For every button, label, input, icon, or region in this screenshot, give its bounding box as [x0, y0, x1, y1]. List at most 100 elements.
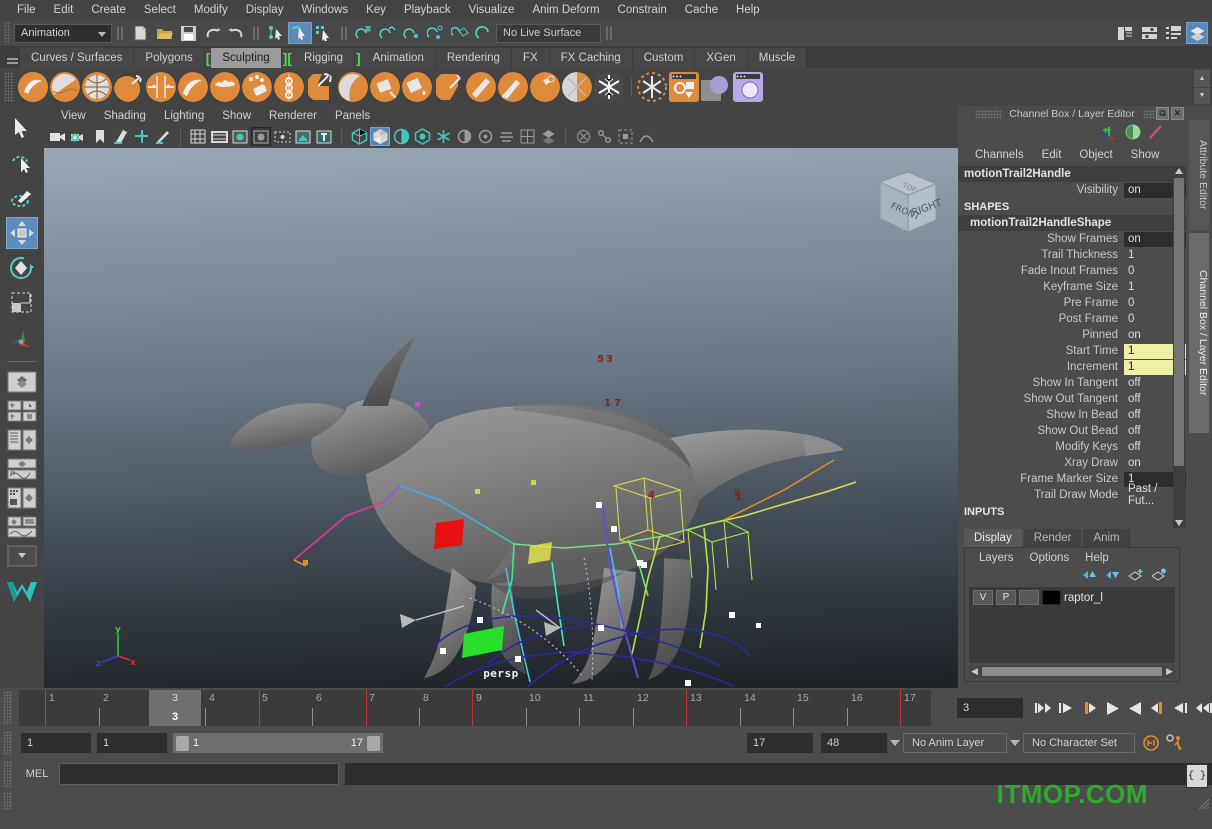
freeze-tool-icon[interactable]: [562, 72, 592, 102]
menu-create[interactable]: Create: [82, 0, 135, 20]
channel-row-xray-draw[interactable]: Xray Draw on: [958, 455, 1186, 471]
modeling-toolkit-icon[interactable]: [1100, 124, 1118, 143]
shelf-menu-icon[interactable]: [4, 50, 20, 68]
paint-select-tool-icon[interactable]: [6, 182, 38, 214]
frame-tick[interactable]: [633, 708, 634, 726]
grid-toggle-icon[interactable]: [188, 127, 208, 146]
play-backwards-icon[interactable]: [1102, 698, 1122, 718]
help-line-grip[interactable]: [3, 792, 12, 810]
frame-tick[interactable]: [579, 708, 580, 726]
range-slider-grip[interactable]: [3, 731, 12, 755]
range-slider-right-handle[interactable]: [367, 736, 380, 751]
shelf-scroll-buttons[interactable]: ▲ ▼: [1194, 70, 1210, 104]
menu-anim-deform[interactable]: Anim Deform: [523, 0, 608, 20]
smooth-tool-icon[interactable]: [50, 72, 80, 102]
character-set-field[interactable]: No Character Set: [1023, 733, 1135, 753]
motion-blur-icon[interactable]: [496, 127, 516, 146]
cb-menu-show[interactable]: Show: [1122, 149, 1169, 161]
cb-menu-object[interactable]: Object: [1070, 149, 1121, 161]
snap-to-projected-center-icon[interactable]: [424, 22, 448, 44]
textured-icon[interactable]: [412, 127, 432, 146]
scrape-tool-icon[interactable]: [370, 72, 400, 102]
shelf-tab-xgen[interactable]: XGen: [695, 48, 747, 68]
depth-peeling-icon[interactable]: [538, 127, 558, 146]
bookmarks-icon[interactable]: [90, 127, 110, 146]
menu-edit[interactable]: Edit: [45, 0, 83, 20]
save-scene-icon[interactable]: [176, 22, 200, 44]
keyframe-tick[interactable]: [900, 690, 901, 726]
film-gate-icon[interactable]: [209, 127, 229, 146]
channel-row-pinned[interactable]: Pinned on: [958, 327, 1186, 343]
status-line-grip[interactable]: [4, 22, 11, 44]
animation-end-time-field[interactable]: 48: [821, 733, 887, 753]
step-forward-frame-icon[interactable]: [1171, 698, 1191, 718]
menu-visualize[interactable]: Visualize: [460, 0, 524, 20]
vertical-tab-channel-box[interactable]: Channel Box / Layer Editor: [1189, 233, 1209, 433]
channel-box-attribute-list[interactable]: motionTrail2Handle Visibility on SHAPES …: [958, 166, 1186, 528]
animation-preferences-icon[interactable]: [1165, 733, 1185, 753]
live-surface-field[interactable]: No Live Surface: [496, 24, 601, 43]
shelf-scroll-up-icon[interactable]: ▲: [1194, 70, 1210, 87]
layout-outliner-persp-icon[interactable]: [5, 427, 39, 453]
cb-menu-edit[interactable]: Edit: [1033, 149, 1071, 161]
tab-anim[interactable]: Anim: [1083, 529, 1129, 547]
channel-row-show-out-bead[interactable]: Show Out Bead off: [958, 423, 1186, 439]
sculpt-tool-icon[interactable]: [18, 72, 48, 102]
shelf-grip[interactable]: [4, 72, 14, 102]
toolbar-separator[interactable]: [115, 24, 125, 42]
use-all-lights-icon[interactable]: [433, 127, 453, 146]
layout-single-perspective-icon[interactable]: [5, 369, 39, 395]
scrollbar-thumb[interactable]: [982, 667, 1162, 676]
safe-title-icon[interactable]: [314, 127, 334, 146]
channel-row-show-in-bead[interactable]: Show In Bead off: [958, 407, 1186, 423]
step-back-frame-icon[interactable]: [1056, 698, 1076, 718]
frame-tick[interactable]: [99, 708, 100, 726]
menu-playback[interactable]: Playback: [395, 0, 460, 20]
frame-tick[interactable]: [793, 708, 794, 726]
menu-help[interactable]: Help: [727, 0, 769, 20]
menu-key[interactable]: Key: [357, 0, 395, 20]
select-tool-icon[interactable]: [6, 112, 38, 144]
shelf-tab-sculpting[interactable]: Sculpting: [211, 48, 281, 68]
convert-to-texture-icon[interactable]: [637, 72, 667, 102]
keyframe-tick[interactable]: [366, 690, 367, 726]
shelf-tab-custom[interactable]: Custom: [633, 48, 696, 68]
snap-to-view-plane-icon[interactable]: [448, 22, 472, 44]
animation-start-time-field[interactable]: 1: [21, 733, 91, 753]
tab-display[interactable]: Display: [964, 529, 1022, 547]
show-hide-channel-box-icon[interactable]: [1162, 22, 1184, 44]
scroll-down-icon[interactable]: [1175, 520, 1183, 526]
image-plane-icon[interactable]: [111, 127, 131, 146]
time-slider[interactable]: 3 3 1 2 4 5 6 7 8 9 10 11 12 13 14 15 16…: [19, 690, 931, 726]
view-transform-icon[interactable]: [636, 127, 656, 146]
go-to-end-icon[interactable]: [1194, 698, 1212, 718]
layer-name[interactable]: raptor_l: [1064, 592, 1103, 604]
select-by-component-icon[interactable]: [312, 22, 336, 44]
shelf-tab-rigging[interactable]: Rigging: [293, 48, 355, 68]
isolate-select-icon[interactable]: [615, 127, 635, 146]
layout-hypershade-persp-icon[interactable]: [5, 485, 39, 511]
shelf-tab-rendering[interactable]: Rendering: [436, 48, 512, 68]
shelf-tab-animation[interactable]: Animation: [362, 48, 436, 68]
viewport-menu-panels[interactable]: Panels: [326, 110, 379, 122]
menu-select[interactable]: Select: [135, 0, 185, 20]
select-by-hierarchy-icon[interactable]: [264, 22, 288, 44]
step-back-key-icon[interactable]: [1079, 698, 1099, 718]
keyframe-tick[interactable]: [472, 690, 473, 726]
layer-menu-layers[interactable]: Layers: [971, 552, 1022, 564]
shelf-tab-muscle[interactable]: Muscle: [748, 48, 807, 68]
playback-end-time-field[interactable]: 17: [747, 733, 813, 753]
frame-tick[interactable]: [847, 708, 848, 726]
vertical-tab-attribute-editor[interactable]: Attribute Editor: [1189, 120, 1209, 230]
viewport-menu-lighting[interactable]: Lighting: [155, 110, 213, 122]
show-hide-tool-settings-icon[interactable]: [1138, 22, 1160, 44]
scale-tool-icon[interactable]: [6, 287, 38, 319]
screen-space-ao-icon[interactable]: [475, 127, 495, 146]
scroll-left-icon[interactable]: ◀: [969, 666, 980, 677]
tab-render[interactable]: Render: [1024, 529, 1082, 547]
freeze-selection-icon[interactable]: [594, 72, 624, 102]
keyframe-tick[interactable]: [45, 690, 46, 726]
layout-persp-graph-editor-icon[interactable]: [5, 456, 39, 482]
shelf-tab-fx[interactable]: FX: [512, 48, 550, 68]
sculpt-layers-icon[interactable]: [733, 72, 763, 102]
